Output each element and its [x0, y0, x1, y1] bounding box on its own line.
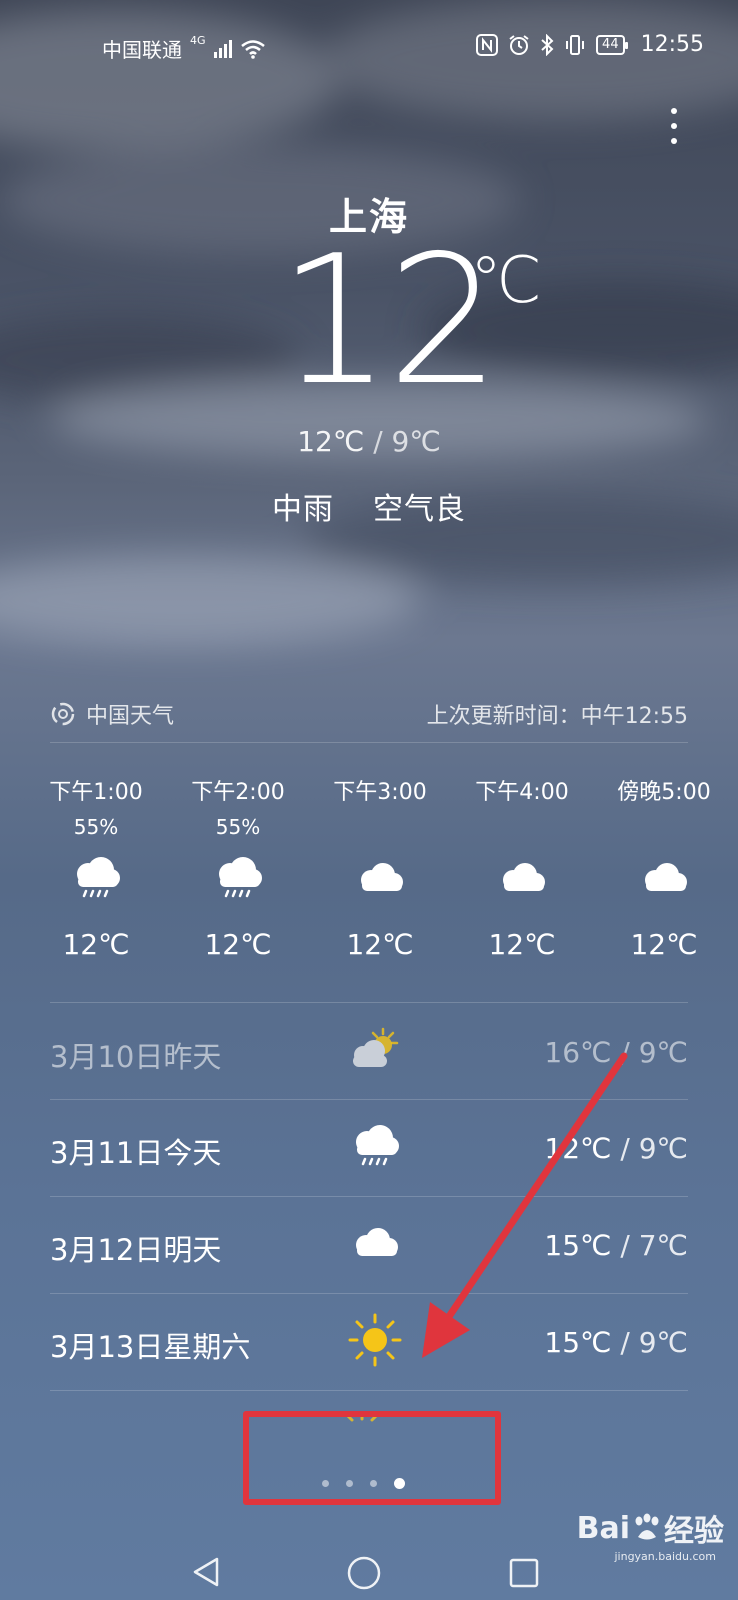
divider: [50, 1390, 688, 1391]
bluetooth-icon: [541, 33, 554, 56]
hourly-item: 下午1:00 55% 12℃: [26, 778, 166, 961]
day-low: 9℃: [638, 1132, 688, 1165]
day-label: 3月10日昨天: [50, 1040, 222, 1074]
status-right: 44 12:55: [476, 32, 704, 57]
watermark-brand: Bai: [576, 1510, 630, 1546]
hourly-item: 下午4:00 12℃: [452, 778, 592, 961]
vibrate-icon: [566, 34, 585, 55]
day-low: 9℃: [638, 1036, 688, 1069]
hour-temperature: 12℃: [62, 928, 130, 961]
paw-icon: [635, 1513, 659, 1540]
hour-temperature: 12℃: [630, 928, 698, 961]
carrier-label: 中国联通: [102, 38, 182, 62]
precip-chance: [310, 812, 450, 842]
current-temperature: 12: [278, 217, 500, 424]
precip-chance: 55%: [215, 815, 261, 839]
annotation-highlight-box: [243, 1411, 501, 1505]
day-low: 7℃: [638, 1229, 688, 1262]
hourly-item: 傍晚5:00 12℃: [594, 778, 734, 961]
cloud-icon: [452, 848, 592, 908]
day-label: 3月12日明天: [50, 1233, 222, 1267]
low-temp: 9℃: [391, 425, 441, 458]
day-label: 3月11日今天: [50, 1136, 222, 1170]
status-left: 中国联通 4G: [102, 34, 266, 63]
clock: 12:55: [640, 32, 704, 57]
cloud-icon: [310, 848, 450, 908]
battery-icon: 44: [596, 34, 628, 55]
source-brand[interactable]: 中国天气: [50, 698, 174, 730]
hourly-item: 下午3:00 12℃: [310, 778, 450, 961]
air-quality-label[interactable]: 空气良: [373, 492, 466, 527]
nfc-icon: [476, 33, 499, 56]
hour-temperature: 12℃: [204, 928, 272, 961]
watermark-brand-2: 经验: [664, 1514, 724, 1549]
day-low: 9℃: [638, 1326, 688, 1359]
hour-time: 下午3:00: [333, 780, 427, 805]
hourly-forecast[interactable]: 下午1:00 55% 12℃ 下午2:00 55% 12℃ 下午3:00 12℃…: [26, 778, 738, 978]
rain-cloud-icon: [168, 848, 308, 908]
hour-time: 下午4:00: [475, 780, 569, 805]
recent-apps-icon[interactable]: [508, 1557, 540, 1589]
hour-temperature: 12℃: [488, 928, 556, 961]
precip-chance: 55%: [73, 815, 119, 839]
temperature-unit: ℃: [470, 244, 542, 318]
divider: [50, 742, 688, 743]
home-icon[interactable]: [346, 1555, 382, 1591]
hour-temperature: 12℃: [346, 928, 414, 961]
status-bar: 中国联通 4G 44 12:55: [0, 0, 738, 90]
signal-icon: [213, 39, 232, 58]
china-weather-logo-icon: [51, 702, 75, 726]
weather-condition: 中雨 空气良: [0, 484, 738, 528]
precip-chance: [594, 812, 734, 842]
source-row: 中国天气 上次更新时间：中午12:55: [50, 698, 688, 730]
separator: /: [373, 425, 392, 458]
hour-time: 下午1:00: [49, 780, 143, 805]
hour-time: 下午2:00: [191, 780, 285, 805]
wifi-icon: [240, 39, 265, 59]
rain-cloud-icon: [26, 848, 166, 908]
high-temp: 12℃: [297, 425, 365, 458]
high-low-temperature: 12℃ / 9℃: [0, 425, 738, 458]
source-name: 中国天气: [86, 704, 175, 729]
annotation-arrow: [422, 1052, 628, 1358]
divider: [50, 1002, 688, 1003]
baidu-watermark: Bai 经验 jingyan.baidu.com: [576, 1506, 724, 1564]
precip-chance: [452, 812, 592, 842]
network-type: 4G: [190, 34, 206, 47]
condition-label: 中雨: [271, 492, 334, 527]
more-options-icon[interactable]: [664, 108, 684, 154]
watermark-domain: jingyan.baidu.com: [614, 1550, 716, 1563]
hour-time: 傍晚5:00: [617, 780, 711, 805]
last-update-time: 上次更新时间：中午12:55: [426, 704, 688, 729]
alarm-icon: [509, 34, 529, 55]
day-label: 3月13日星期六: [50, 1330, 251, 1364]
back-icon[interactable]: [190, 1555, 224, 1589]
hourly-item: 下午2:00 55% 12℃: [168, 778, 308, 961]
cloud-icon: [594, 848, 734, 908]
